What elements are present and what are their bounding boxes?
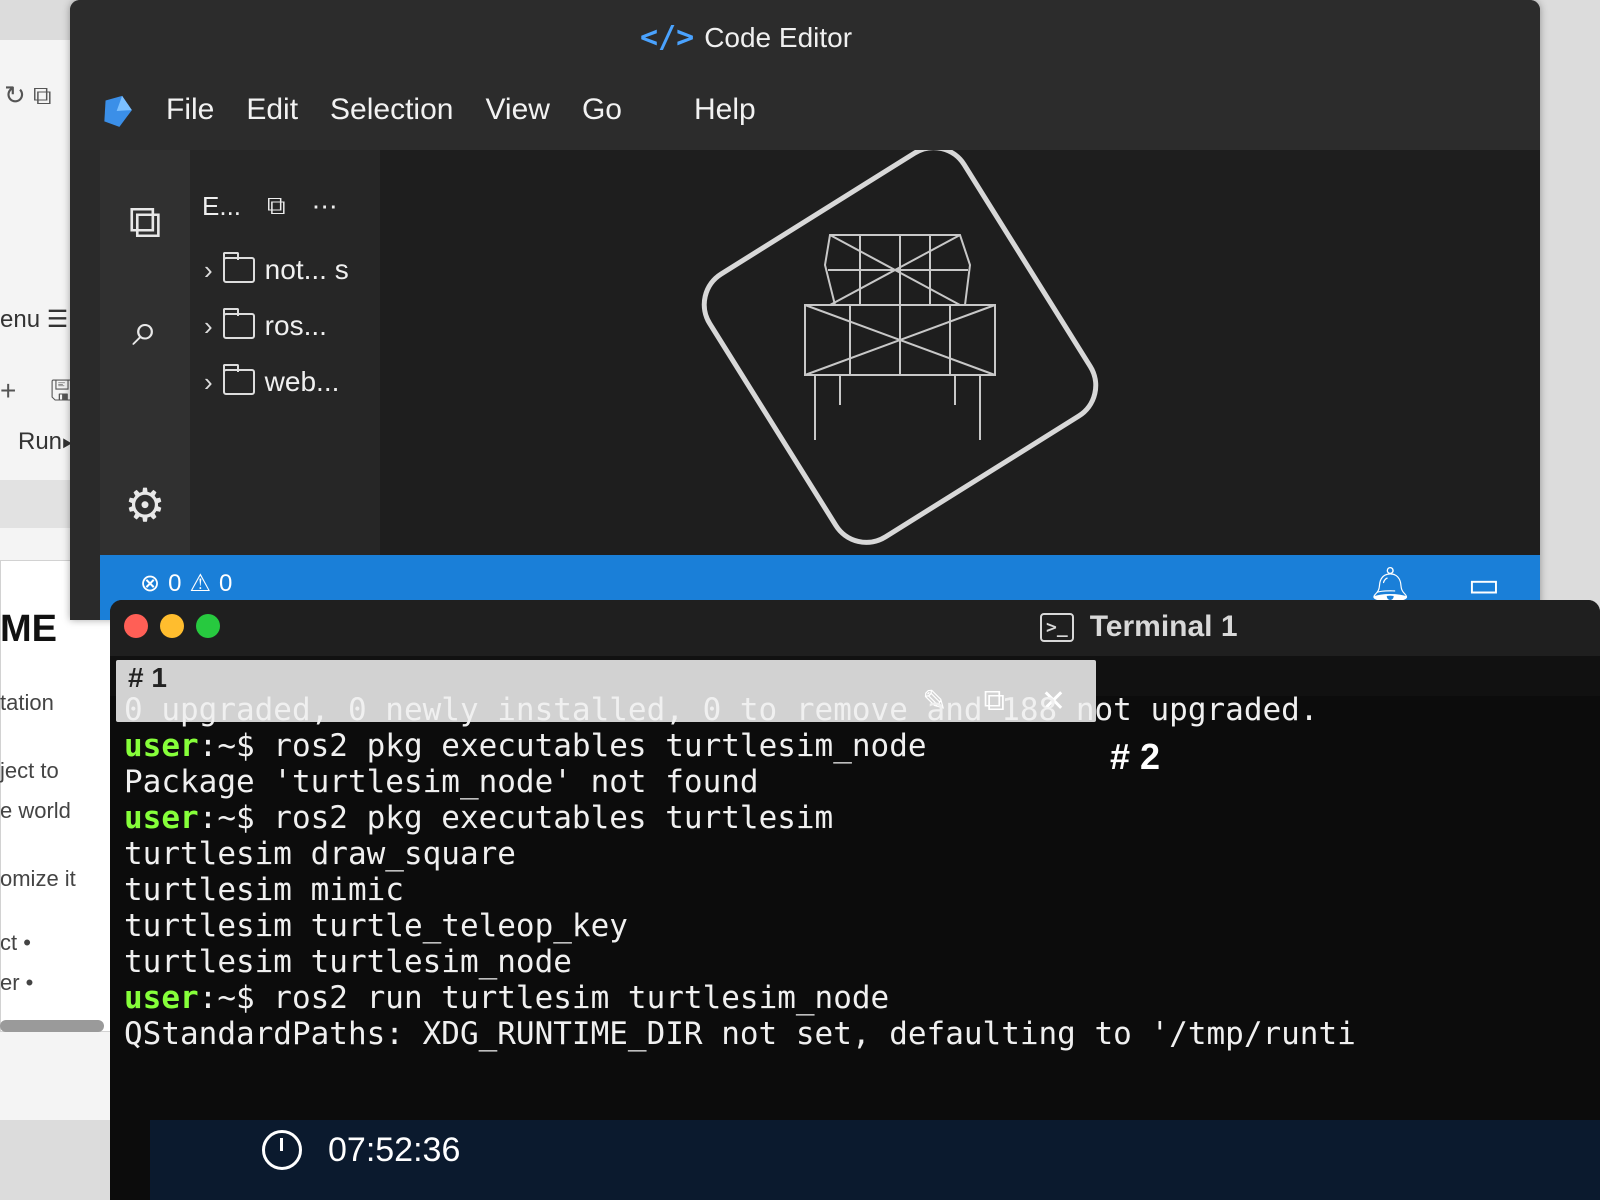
terminal-title-text: Terminal 1 bbox=[1089, 610, 1238, 643]
terminal-prompt: user bbox=[124, 800, 199, 836]
menu-go[interactable]: Go bbox=[582, 93, 622, 127]
terminal-text: :~$ ros2 run turtlesim turtlesim_node bbox=[198, 980, 890, 1016]
problems-indicator[interactable]: ⊗ 0 ⚠ 0 bbox=[140, 569, 232, 598]
terminal-output-line: Package 'turtlesim_node' not found bbox=[124, 764, 1594, 800]
chevron-right-icon: › bbox=[204, 254, 213, 285]
terminal-text: Package 'turtlesim_node' not found bbox=[124, 764, 759, 800]
tree-folder[interactable]: › web... bbox=[190, 354, 380, 410]
tab-label: # 1 bbox=[128, 662, 167, 693]
terminal-tabbar: # 1 ✎ ⧉ ✕ # 2 bbox=[110, 656, 1600, 777]
explorer-sidebar: E... ⧉ ⋯ › not... s › ros... › web... bbox=[190, 150, 380, 555]
terminal-title: >_ Terminal 1 bbox=[1040, 610, 1238, 644]
folder-label: web... bbox=[264, 366, 340, 397]
panel-tools: + 🖫 bbox=[0, 370, 74, 418]
menu-button[interactable]: enu ☰ bbox=[0, 305, 68, 334]
terminal-icon: >_ bbox=[1040, 612, 1074, 642]
terminal-text: :~$ ros2 pkg executables turtlesim_node bbox=[198, 728, 927, 764]
terminal-prompt: user bbox=[124, 728, 199, 764]
menu-view[interactable]: View bbox=[485, 93, 549, 127]
open-external-icon[interactable]: ⧉ bbox=[33, 80, 52, 110]
document-line: ct • bbox=[0, 930, 31, 955]
document-line: e world bbox=[0, 798, 71, 823]
explorer-icon[interactable]: ⧉ bbox=[129, 198, 162, 244]
folder-icon bbox=[222, 308, 255, 339]
code-icon: </> bbox=[640, 20, 695, 55]
search-icon[interactable]: ⌕ bbox=[132, 306, 158, 352]
folder-icon bbox=[222, 252, 255, 283]
terminal-prompt: user bbox=[124, 980, 199, 1016]
code-editor-window: </> Code Editor File Edit Selection View… bbox=[70, 0, 1540, 620]
document-line: omize it bbox=[0, 866, 76, 891]
terminal-text: :~$ ros2 pkg executables turtlesim bbox=[198, 800, 834, 836]
tree-folder[interactable]: › not... s bbox=[190, 242, 380, 298]
terminal-command-line: user:~$ ros2 pkg executables turtlesim_n… bbox=[124, 728, 1594, 764]
terminal-output-line: QStandardPaths: XDG_RUNTIME_DIR not set,… bbox=[124, 1016, 1594, 1052]
terminal-output-line: turtlesim draw_square bbox=[124, 836, 1594, 872]
chevron-right-icon: › bbox=[204, 366, 213, 397]
terminal-text: turtlesim draw_square bbox=[124, 836, 516, 872]
terminal-command-line: user:~$ ros2 pkg executables turtlesim bbox=[124, 800, 1594, 836]
menu-bar: File Edit Selection View Go Help bbox=[70, 70, 1540, 150]
error-count: 0 bbox=[168, 569, 182, 597]
tree-folder[interactable]: › ros... bbox=[190, 298, 380, 354]
terminal-output-line: 0 upgraded, 0 newly installed, 0 to remo… bbox=[124, 692, 1594, 728]
folder-icon bbox=[222, 364, 255, 395]
collapse-all-icon[interactable]: ⧉ bbox=[267, 190, 286, 222]
warning-icon: ⚠ bbox=[189, 570, 211, 597]
editor-welcome-area bbox=[380, 145, 1540, 555]
terminal-output-line: turtlesim mimic bbox=[124, 872, 1594, 908]
menu-selection[interactable]: Selection bbox=[330, 93, 453, 127]
clock-time: 07:52:36 bbox=[328, 1130, 461, 1169]
activity-bar: ⧉ ⌕ ⚙ bbox=[100, 150, 190, 603]
maximize-window-button[interactable] bbox=[196, 614, 220, 638]
explorer-header: E... ⧉ ⋯ bbox=[190, 150, 380, 222]
terminal-text: 0 upgraded, 0 newly installed, 0 to remo… bbox=[124, 692, 1319, 728]
error-icon: ⊗ bbox=[140, 570, 161, 597]
window-title-text: Code Editor bbox=[704, 21, 853, 53]
terminal-output[interactable]: 0 upgraded, 0 newly installed, 0 to remo… bbox=[124, 692, 1594, 1052]
file-tree: › not... s › ros... › web... bbox=[190, 242, 380, 410]
document-line: er • bbox=[0, 970, 34, 995]
terminal-output-line: turtlesim turtlesim_node bbox=[124, 944, 1594, 980]
folder-label: ros... bbox=[264, 310, 327, 341]
window-title: </> Code Editor bbox=[640, 20, 852, 55]
terminal-output-line: turtlesim turtle_teleop_key bbox=[124, 908, 1594, 944]
terminal-command-line: user:~$ ros2 run turtlesim turtlesim_nod… bbox=[124, 980, 1594, 1016]
chair-wireframe-logo bbox=[701, 145, 1099, 545]
terminal-text: turtlesim turtle_teleop_key bbox=[124, 908, 628, 944]
clock-icon bbox=[262, 1130, 302, 1170]
document-line: tation bbox=[0, 690, 54, 715]
terminal-text: QStandardPaths: XDG_RUNTIME_DIR not set,… bbox=[124, 1016, 1356, 1052]
close-window-button[interactable] bbox=[124, 614, 148, 638]
chevron-right-icon: › bbox=[204, 310, 213, 341]
panel-toolbar: ↻ ⧉ bbox=[4, 80, 52, 112]
document-line: ject to bbox=[0, 758, 59, 783]
status-right: 🔔︎ ▭ bbox=[1369, 565, 1500, 605]
refresh-icon[interactable]: ↻ bbox=[4, 80, 26, 110]
document-heading: ME bbox=[0, 608, 57, 650]
minimize-window-button[interactable] bbox=[160, 614, 184, 638]
folder-label: not... s bbox=[264, 254, 349, 285]
terminal-window: >_ Terminal 1 # 1 ✎ ⧉ ✕ # 2 0 upgraded, … bbox=[110, 600, 1600, 1200]
editor-titlebar: </> Code Editor bbox=[70, 0, 1540, 70]
layout-panel-icon[interactable]: ▭ bbox=[1468, 565, 1500, 605]
terminal-text: turtlesim mimic bbox=[124, 872, 404, 908]
taskbar: 07:52:36 bbox=[150, 1120, 1600, 1200]
terminal-titlebar: >_ Terminal 1 bbox=[110, 600, 1600, 656]
gear-icon[interactable]: ⚙ bbox=[124, 482, 165, 528]
menu-edit[interactable]: Edit bbox=[246, 93, 298, 127]
clock: 07:52:36 bbox=[262, 1130, 460, 1170]
horizontal-scrollbar[interactable] bbox=[0, 1020, 104, 1032]
terminal-window-controls bbox=[124, 614, 220, 638]
menu-file[interactable]: File bbox=[166, 93, 214, 127]
warning-count: 0 bbox=[218, 569, 233, 597]
bell-icon[interactable]: 🔔︎ bbox=[1369, 565, 1412, 605]
terminal-text: turtlesim turtlesim_node bbox=[124, 944, 572, 980]
more-actions-icon[interactable]: ⋯ bbox=[312, 191, 338, 222]
add-icon[interactable]: + bbox=[0, 375, 16, 406]
app-logo-icon bbox=[104, 95, 132, 127]
menu-help[interactable]: Help bbox=[694, 93, 756, 127]
explorer-title: E... bbox=[202, 190, 242, 221]
